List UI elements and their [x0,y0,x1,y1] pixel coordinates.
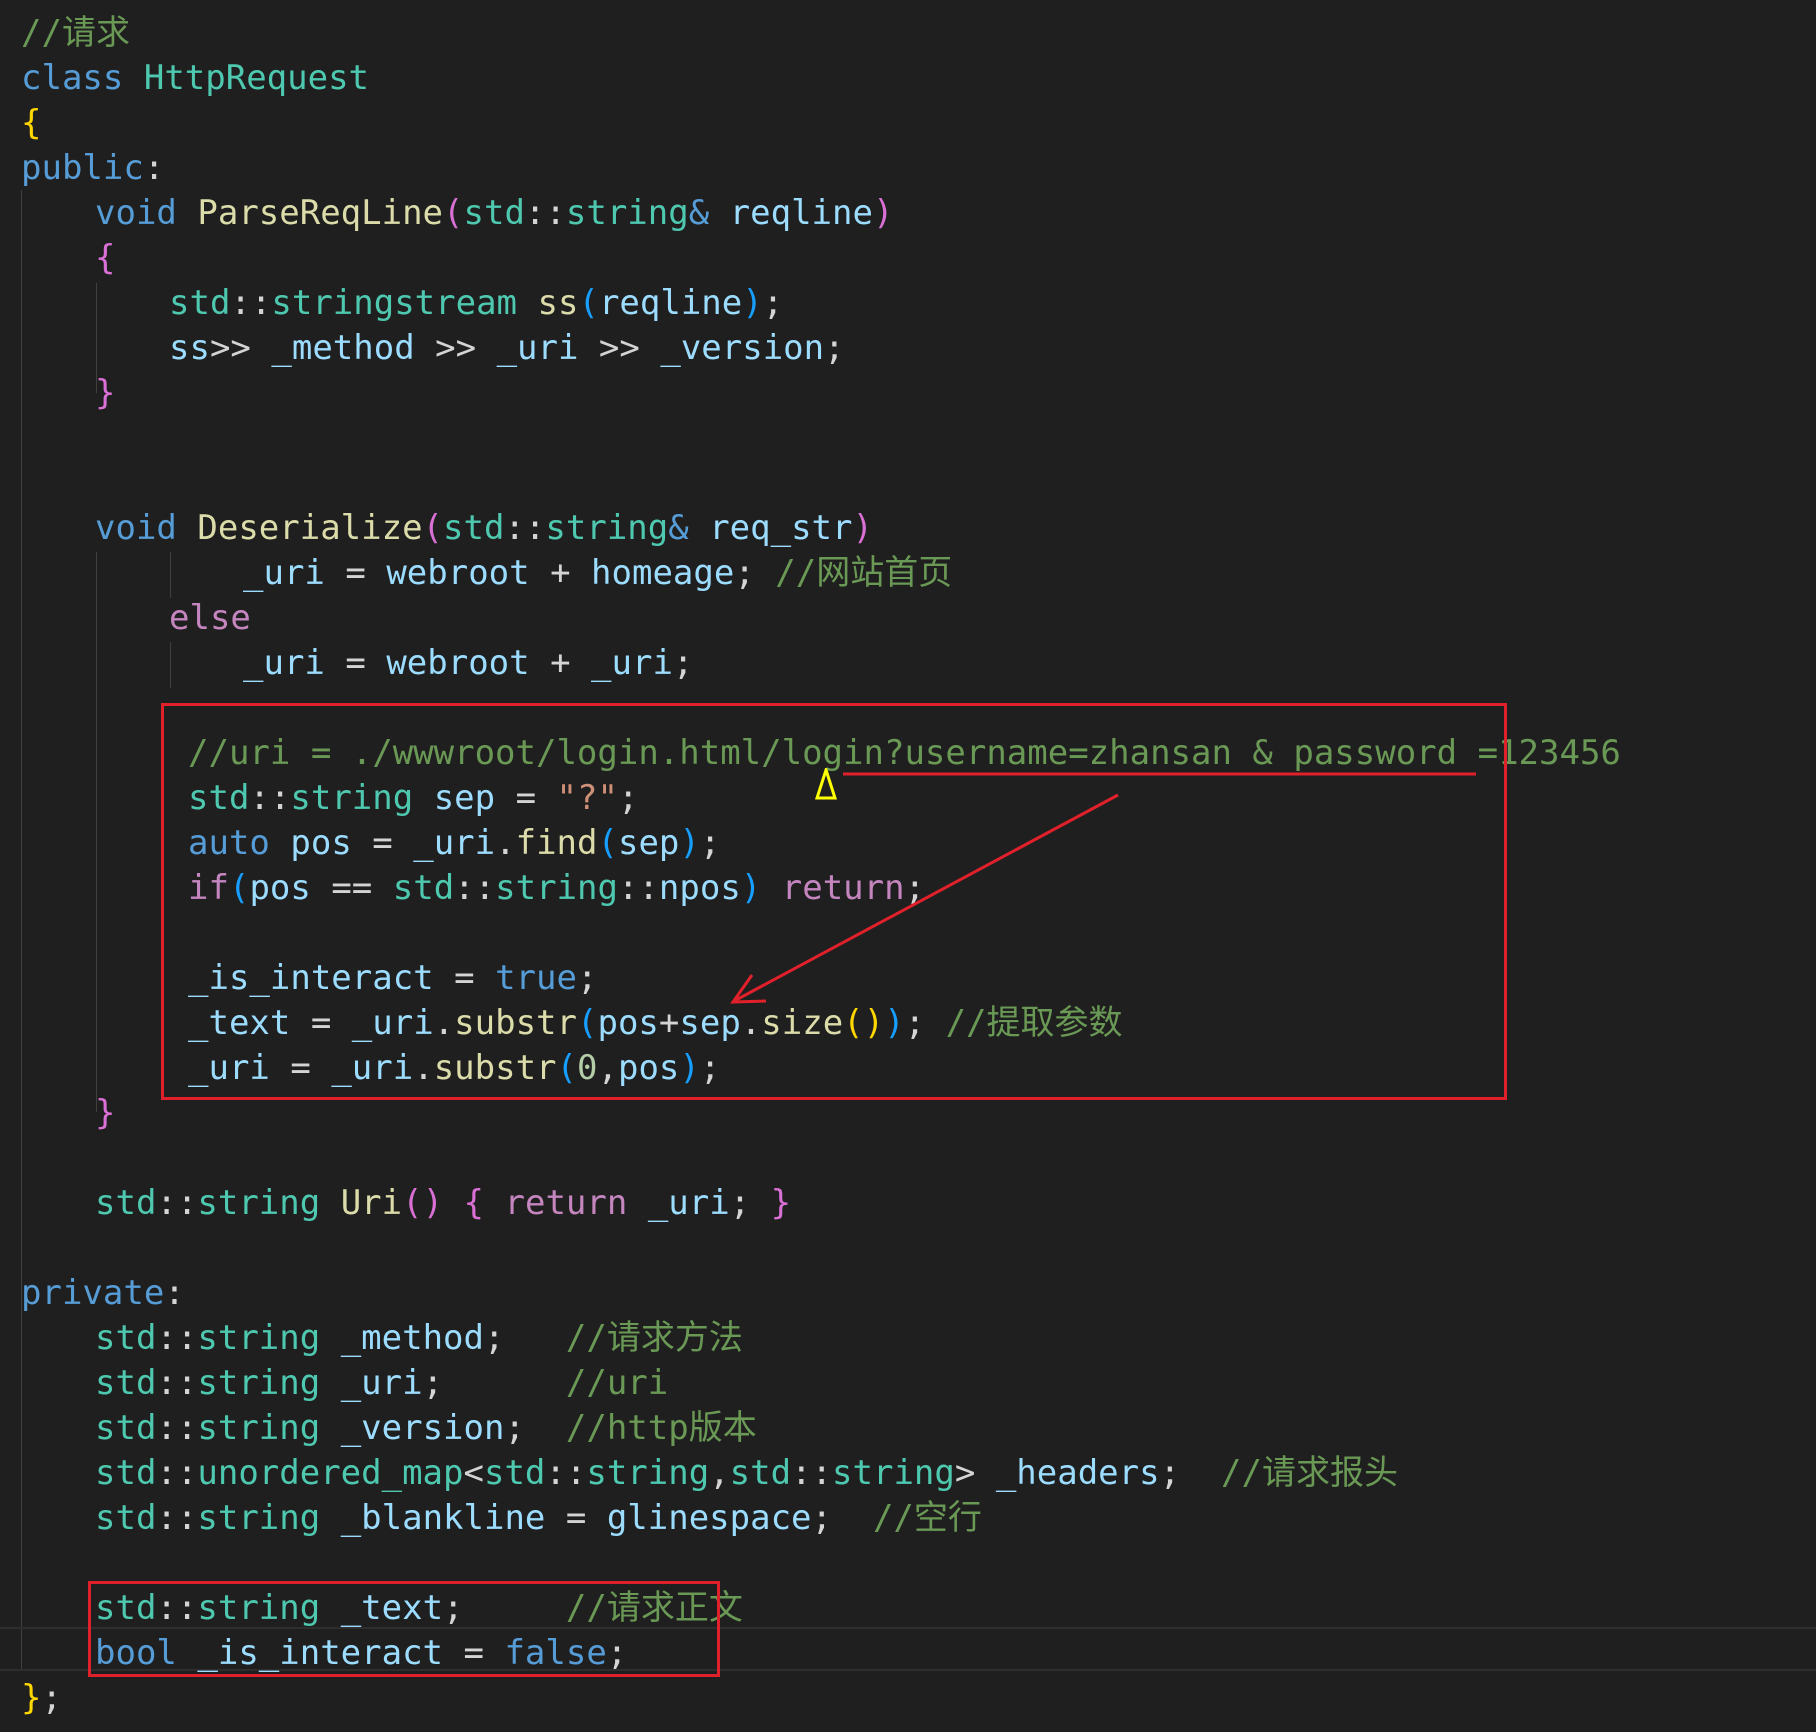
code-line[interactable]: _uri = webroot + _uri; [243,641,693,686]
code-line[interactable]: } [95,1091,115,1136]
access-specifier: public [21,148,144,188]
code-line[interactable]: void ParseReqLine(std::string& reqline) [95,191,893,236]
code-line[interactable]: else [169,596,251,641]
annotation-box-member-fields [88,1581,720,1677]
indent-guide [170,642,171,688]
code-line[interactable]: std::stringstream ss(reqline); [169,281,783,326]
code-line[interactable]: std::string _version; //http版本 [95,1406,757,1451]
code-line[interactable]: ss>> _method >> _uri >> _version; [169,326,845,371]
code-line[interactable]: std::string _uri; //uri [95,1361,668,1406]
code-line[interactable]: std::string Uri() { return _uri; } [95,1181,791,1226]
type-name: HttpRequest [143,58,370,98]
indent-guide [96,552,97,1112]
code-line[interactable]: //请求 [21,11,130,56]
code-line[interactable]: std::unordered_map<std::string,std::stri… [95,1451,1398,1496]
code-line[interactable]: std::string _blankline = glinespace; //空… [95,1496,982,1541]
code-line[interactable]: }; [21,1676,62,1721]
access-specifier: private [21,1273,165,1313]
code-line[interactable]: } [95,371,115,416]
code-line[interactable]: public: [21,146,164,191]
brace: { [21,103,42,143]
code-editor[interactable]: //请求 class HttpRequest { public: void Pa… [0,0,1816,1732]
comment: //请求 [21,13,130,53]
code-line[interactable]: _uri = webroot + homeage; //网站首页 [243,551,952,596]
code-line[interactable]: void Deserialize(std::string& req_str) [95,506,873,551]
indent-guide [21,190,22,1670]
code-line[interactable]: std::string _method; //请求方法 [95,1316,743,1361]
annotation-box-query-parsing [161,703,1507,1100]
warning-triangle-icon [815,768,837,800]
keyword-else: else [169,598,251,638]
indent-guide [170,552,171,598]
code-line[interactable]: class HttpRequest [21,56,369,101]
code-line[interactable]: { [21,101,41,146]
code-line[interactable]: { [95,236,115,281]
keyword: class [21,58,124,98]
code-line[interactable]: private: [21,1271,185,1316]
